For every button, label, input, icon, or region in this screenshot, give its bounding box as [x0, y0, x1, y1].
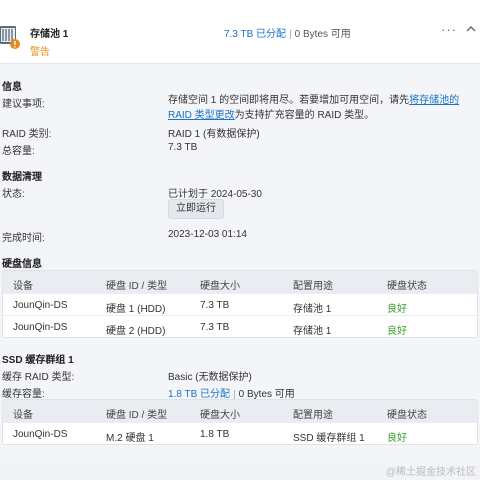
disk-status-good: 良好	[387, 326, 407, 337]
completed-label: 完成时间:	[2, 233, 45, 244]
table-cell: 存储池 1	[293, 304, 332, 315]
table-cell: JounQin-DS	[13, 322, 68, 333]
table-cell: 7.3 TB	[200, 300, 230, 311]
pool-header[interactable]: 存储池 1 警告 7.3 TB 已分配 | 0 Bytes 可用 ···	[0, 0, 480, 64]
column-header[interactable]: 硬盘 ID / 类型	[106, 277, 167, 292]
table-header: 设备 硬盘 ID / 类型 硬盘大小 配置用途 硬盘状态	[3, 271, 477, 293]
pool-status-warning: 警告	[30, 47, 50, 58]
pool-title: 存储池 1	[30, 29, 69, 40]
table-cell: 硬盘 2 (HDD)	[106, 326, 166, 337]
column-header[interactable]: 硬盘大小	[200, 406, 240, 421]
suggestion-text-part: 为支持扩充容量的 RAID 类型。	[234, 110, 375, 121]
table-cell: M.2 硬盘 1	[106, 433, 154, 444]
completed-value: 2023-12-03 01:14	[168, 229, 247, 240]
column-header[interactable]: 配置用途	[293, 277, 333, 292]
ssd-cache-table: 设备 硬盘 ID / 类型 硬盘大小 配置用途 硬盘状态 JounQin-DS …	[2, 399, 478, 445]
column-header[interactable]: 硬盘 ID / 类型	[106, 406, 167, 421]
capacity-allocated: 7.3 TB 已分配	[224, 29, 287, 40]
disk-status-good: 良好	[387, 304, 407, 315]
scrub-status-label: 状态:	[2, 189, 25, 200]
column-header[interactable]: 配置用途	[293, 406, 333, 421]
table-row[interactable]: JounQin-DS M.2 硬盘 1 1.8 TB SSD 缓存群组 1 良好	[3, 422, 477, 444]
raid-type-value: RAID 1 (有数据保护)	[168, 129, 260, 140]
scrub-section-title: 数据清理	[2, 172, 42, 183]
capacity-separator: |	[289, 29, 292, 40]
table-cell: 1.8 TB	[200, 429, 230, 440]
ssd-cache-section-title: SSD 缓存群组 1	[2, 355, 74, 366]
disk-status-good: 良好	[387, 433, 407, 444]
column-header[interactable]: 硬盘大小	[200, 277, 240, 292]
watermark: @稀土掘金技术社区	[385, 467, 476, 478]
suggestion-text: 存储空间 1 的空间即将用尽。若要增加可用空间，请先将存储池的 RAID 类型更…	[168, 93, 474, 123]
cache-capacity-value: 1.8 TB 已分配 | 0 Bytes 可用	[168, 385, 295, 400]
disk-info-table: 设备 硬盘 ID / 类型 硬盘大小 配置用途 硬盘状态 JounQin-DS …	[2, 270, 478, 338]
table-header: 设备 硬盘 ID / 类型 硬盘大小 配置用途 硬盘状态	[3, 400, 477, 422]
suggestion-text-part: 存储空间 1 的空间即将用尽。若要增加可用空间，请先	[168, 95, 410, 106]
info-section-title: 信息	[2, 82, 22, 93]
chevron-up-icon[interactable]	[466, 24, 476, 34]
cache-raid-value: Basic (无数据保护)	[168, 372, 252, 383]
column-header[interactable]: 设备	[13, 277, 33, 292]
disk-info-section-title: 硬盘信息	[2, 259, 42, 270]
table-cell: 存储池 1	[293, 326, 332, 337]
suggestion-label: 建议事项:	[2, 99, 45, 110]
table-cell: 7.3 TB	[200, 322, 230, 333]
total-capacity-value: 7.3 TB	[168, 142, 198, 153]
table-cell: JounQin-DS	[13, 300, 68, 311]
pool-capacity-summary: 7.3 TB 已分配 | 0 Bytes 可用	[224, 25, 351, 40]
storage-pool-icon	[0, 24, 22, 50]
storage-pool-panel: 存储池 1 警告 7.3 TB 已分配 | 0 Bytes 可用 ··· 信息 建议…	[0, 0, 480, 458]
raid-type-label: RAID 类别:	[2, 129, 52, 140]
table-row[interactable]: JounQin-DS 硬盘 1 (HDD) 7.3 TB 存储池 1 良好	[3, 293, 477, 315]
table-cell: 硬盘 1 (HDD)	[106, 304, 166, 315]
column-header[interactable]: 硬盘状态	[387, 406, 427, 421]
total-capacity-label: 总容量:	[2, 146, 35, 157]
cache-raid-label: 缓存 RAID 类型:	[2, 372, 75, 383]
cache-capacity-label: 缓存容量:	[2, 389, 45, 400]
table-row[interactable]: JounQin-DS 硬盘 2 (HDD) 7.3 TB 存储池 1 良好	[3, 315, 477, 337]
column-header[interactable]: 设备	[13, 406, 33, 421]
more-icon[interactable]: ···	[441, 22, 457, 37]
capacity-available: 0 Bytes 可用	[294, 29, 351, 40]
scrub-status-value: 已计划于 2024-05-30	[168, 189, 262, 200]
column-header[interactable]: 硬盘状态	[387, 277, 427, 292]
run-now-button[interactable]: 立即运行	[168, 199, 224, 219]
table-cell: SSD 缓存群组 1	[293, 433, 365, 444]
table-cell: JounQin-DS	[13, 429, 68, 440]
